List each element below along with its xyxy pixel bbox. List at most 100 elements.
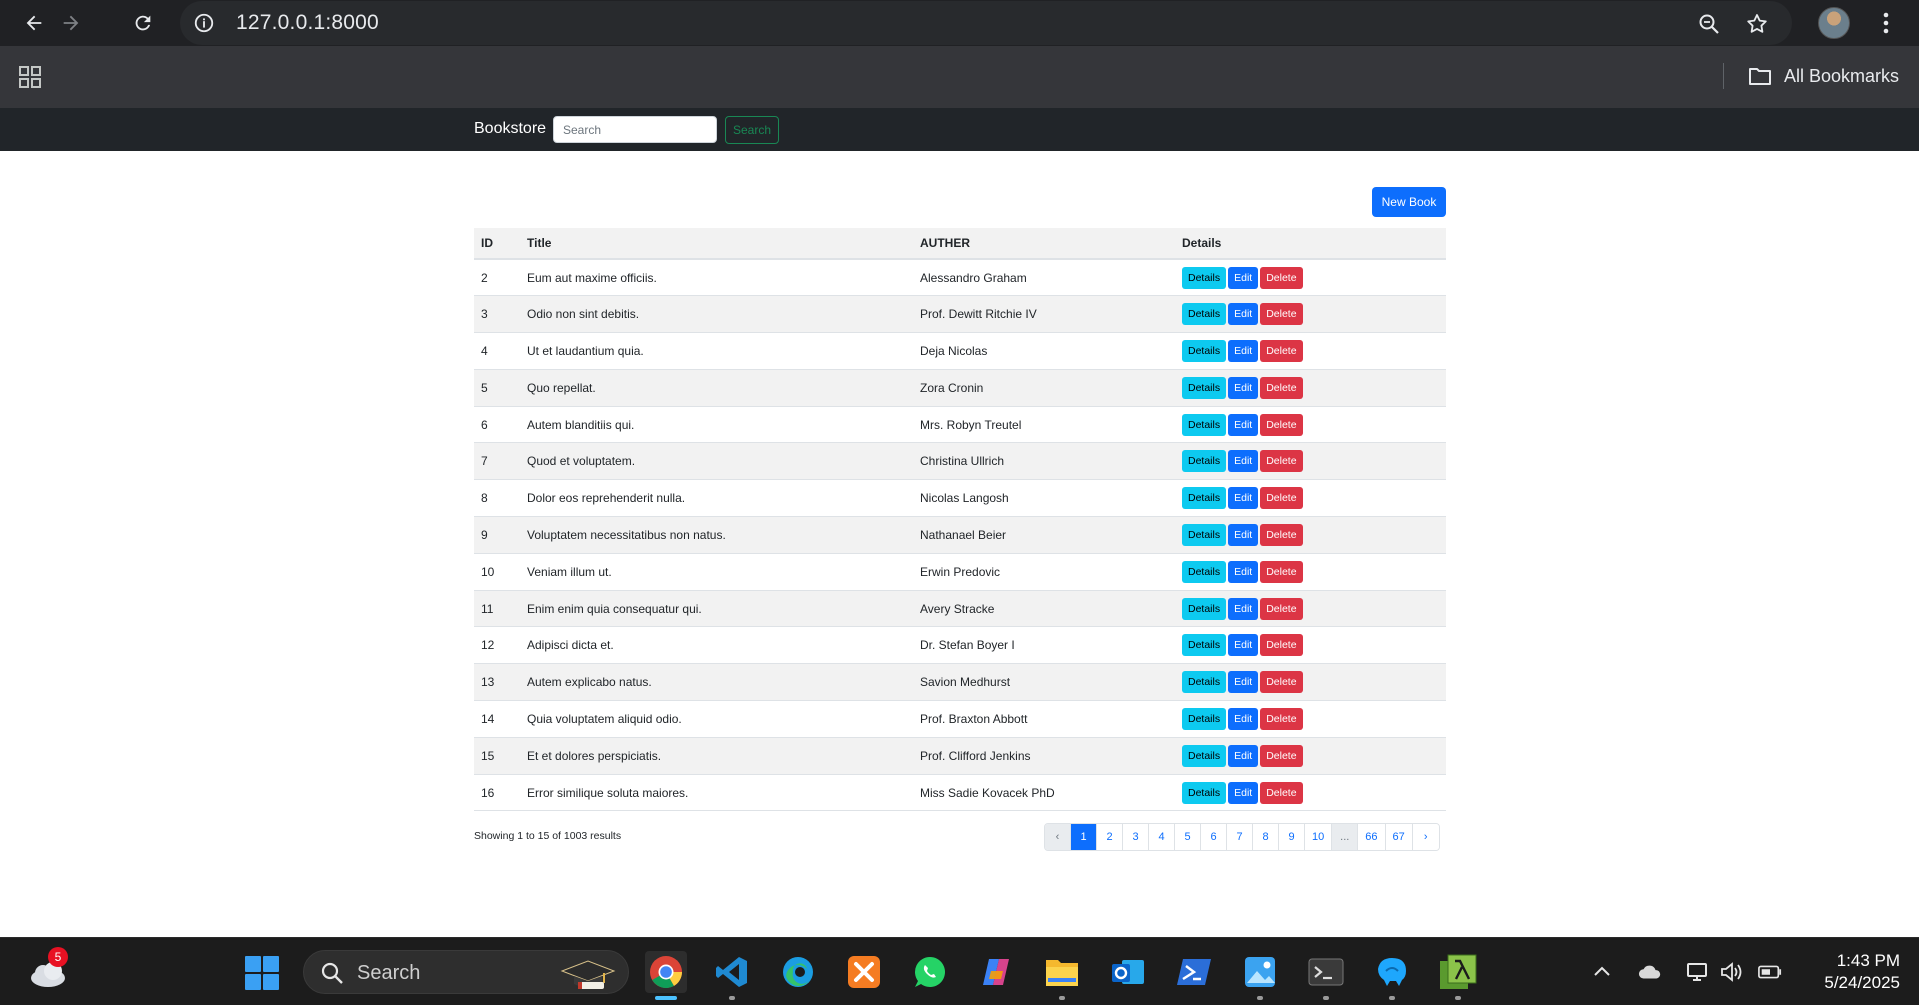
- edit-button[interactable]: Edit: [1228, 266, 1259, 289]
- taskbar-file-explorer[interactable]: [1041, 951, 1083, 1000]
- folder-icon: [1749, 68, 1771, 85]
- page-next[interactable]: ›: [1412, 824, 1439, 850]
- page-8[interactable]: 8: [1253, 824, 1279, 850]
- page-5[interactable]: 5: [1175, 824, 1201, 850]
- delete-button[interactable]: Delete: [1260, 781, 1303, 804]
- delete-button[interactable]: Delete: [1260, 266, 1303, 289]
- taskbar-xampp[interactable]: [843, 951, 885, 993]
- delete-button[interactable]: Delete: [1260, 487, 1303, 510]
- zoom-icon[interactable]: [1696, 11, 1722, 37]
- details-button[interactable]: Details: [1182, 303, 1227, 326]
- delete-button[interactable]: Delete: [1260, 744, 1303, 767]
- edit-button[interactable]: Edit: [1228, 523, 1259, 546]
- table-row: 10 Veniam illum ut. Erwin Predovic Details E…: [474, 553, 1446, 591]
- cell-title: Et et dolores perspiciatis.: [520, 737, 913, 775]
- forward-button[interactable]: [57, 9, 85, 37]
- edit-button[interactable]: Edit: [1228, 487, 1259, 510]
- table-row: 7 Quod et voluptatem. Christina Ullrich Det…: [474, 442, 1446, 481]
- details-button[interactable]: Details: [1182, 413, 1227, 436]
- taskbar-photos[interactable]: [1239, 951, 1281, 1000]
- delete-button[interactable]: Delete: [1260, 303, 1303, 326]
- delete-button[interactable]: Delete: [1260, 560, 1303, 583]
- apps-grid-icon[interactable]: [18, 65, 42, 89]
- details-button[interactable]: Details: [1182, 376, 1227, 399]
- details-button[interactable]: Details: [1182, 266, 1227, 289]
- page-3[interactable]: 3: [1123, 824, 1149, 850]
- onedrive-icon[interactable]: [1638, 960, 1662, 984]
- edit-button[interactable]: Edit: [1228, 634, 1259, 657]
- taskbar-copilot[interactable]: [975, 951, 1017, 993]
- bookmark-star-icon[interactable]: [1744, 11, 1770, 37]
- edit-button[interactable]: Edit: [1228, 303, 1259, 326]
- terminal-icon: [1308, 958, 1344, 986]
- page-66[interactable]: 66: [1358, 824, 1386, 850]
- delete-button[interactable]: Delete: [1260, 634, 1303, 657]
- cell-id: 13: [474, 663, 520, 702]
- edit-button[interactable]: Edit: [1228, 744, 1259, 767]
- edit-button[interactable]: Edit: [1228, 560, 1259, 583]
- show-hidden-icons[interactable]: [1590, 960, 1614, 984]
- all-bookmarks-button[interactable]: All Bookmarks: [1748, 62, 1899, 90]
- delete-button[interactable]: Delete: [1260, 450, 1303, 473]
- details-button[interactable]: Details: [1182, 597, 1227, 620]
- page-9[interactable]: 9: [1279, 824, 1305, 850]
- edit-button[interactable]: Edit: [1228, 450, 1259, 473]
- brand-link[interactable]: Bookstore: [474, 120, 546, 138]
- search-button[interactable]: Search: [725, 116, 779, 144]
- page-6[interactable]: 6: [1201, 824, 1227, 850]
- details-button[interactable]: Details: [1182, 634, 1227, 657]
- edit-button[interactable]: Edit: [1228, 597, 1259, 620]
- page-67[interactable]: 67: [1385, 824, 1413, 850]
- browser-menu-icon[interactable]: [1872, 9, 1900, 37]
- page-10[interactable]: 10: [1305, 824, 1333, 850]
- details-button[interactable]: Details: [1182, 339, 1227, 362]
- delete-button[interactable]: Delete: [1260, 376, 1303, 399]
- page-2[interactable]: 2: [1097, 824, 1123, 850]
- page-1[interactable]: 1: [1071, 824, 1097, 850]
- delete-button[interactable]: Delete: [1260, 597, 1303, 620]
- edit-button[interactable]: Edit: [1228, 781, 1259, 804]
- new-book-button[interactable]: New Book: [1372, 187, 1446, 217]
- edit-button[interactable]: Edit: [1228, 671, 1259, 694]
- start-button[interactable]: [245, 956, 279, 990]
- edit-button[interactable]: Edit: [1228, 339, 1259, 362]
- details-button[interactable]: Details: [1182, 450, 1227, 473]
- search-input[interactable]: [553, 116, 717, 143]
- details-button[interactable]: Details: [1182, 707, 1227, 730]
- taskbar-vscode[interactable]: [711, 951, 753, 1000]
- taskbar-lambda-app[interactable]: [1437, 951, 1479, 1000]
- delete-button[interactable]: Delete: [1260, 413, 1303, 436]
- details-button[interactable]: Details: [1182, 744, 1227, 767]
- taskbar-powershell[interactable]: [1173, 951, 1215, 993]
- edit-button[interactable]: Edit: [1228, 413, 1259, 436]
- battery-icon[interactable]: [1758, 960, 1782, 984]
- taskbar-search[interactable]: Search: [303, 950, 629, 994]
- taskbar-clock[interactable]: 1:43 PM 5/24/2025: [1800, 950, 1900, 994]
- delete-button[interactable]: Delete: [1260, 707, 1303, 730]
- edit-button[interactable]: Edit: [1228, 707, 1259, 730]
- details-button[interactable]: Details: [1182, 671, 1227, 694]
- reload-button[interactable]: [129, 9, 157, 37]
- page-7[interactable]: 7: [1227, 824, 1253, 850]
- taskbar-terminal[interactable]: [1305, 951, 1347, 1000]
- edit-button[interactable]: Edit: [1228, 376, 1259, 399]
- site-info-icon[interactable]: [192, 11, 216, 35]
- back-button[interactable]: [20, 9, 48, 37]
- address-bar[interactable]: 127.0.0.1:8000: [180, 1, 1792, 45]
- details-button[interactable]: Details: [1182, 523, 1227, 546]
- taskbar-edge[interactable]: [777, 951, 819, 993]
- delete-button[interactable]: Delete: [1260, 523, 1303, 546]
- profile-avatar[interactable]: [1818, 7, 1850, 39]
- details-button[interactable]: Details: [1182, 487, 1227, 510]
- taskbar-mysql-workbench[interactable]: [1371, 951, 1413, 1000]
- delete-button[interactable]: Delete: [1260, 339, 1303, 362]
- delete-button[interactable]: Delete: [1260, 671, 1303, 694]
- network-icon[interactable]: [1686, 960, 1710, 984]
- volume-icon[interactable]: [1720, 960, 1744, 984]
- taskbar-whatsapp[interactable]: [909, 951, 951, 993]
- taskbar-outlook[interactable]: [1107, 951, 1149, 993]
- page-4[interactable]: 4: [1149, 824, 1175, 850]
- details-button[interactable]: Details: [1182, 560, 1227, 583]
- details-button[interactable]: Details: [1182, 781, 1227, 804]
- taskbar-chrome[interactable]: [645, 951, 687, 1000]
